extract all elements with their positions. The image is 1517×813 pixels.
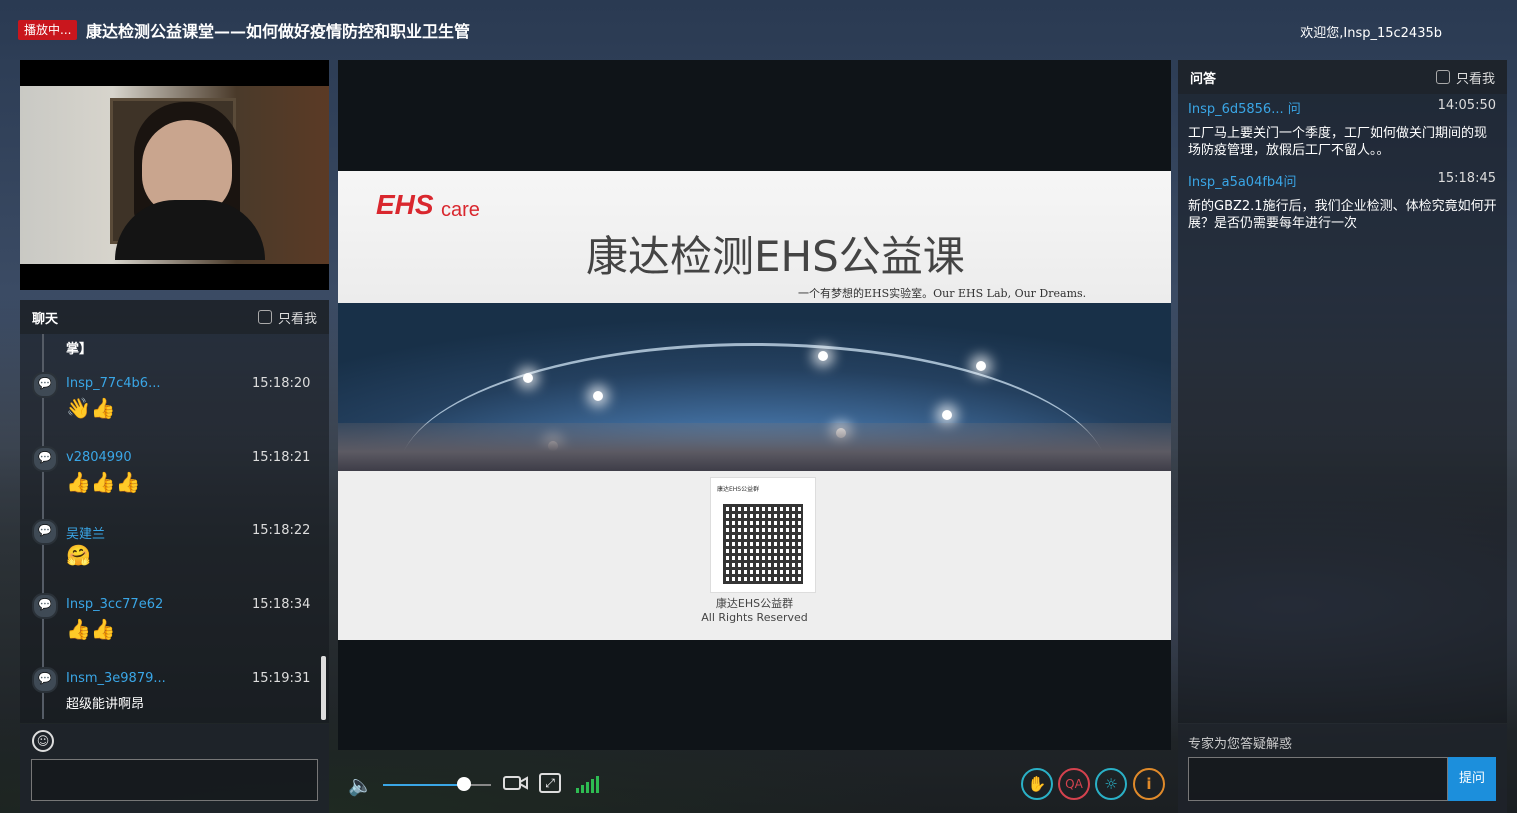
qa-question: 工厂马上要关门一个季度，工厂如何做关门期间的现场防疫管理，放假后工厂不留人。。 bbox=[1188, 126, 1488, 158]
qa-item: Insp_6d5856... 问 14:05:50 工厂马上要关门一个季度，工厂… bbox=[1188, 98, 1498, 159]
chat-timestamp: 15:18:20 bbox=[252, 376, 311, 391]
volume-level bbox=[383, 784, 464, 786]
welcome-user: 欢迎您,Insp_15c2435b bbox=[1300, 26, 1442, 41]
checkbox-icon[interactable] bbox=[1435, 70, 1450, 84]
chat-message-list[interactable]: 掌】 💬 Insp_77c4b6... 15:18:20 👋👍 💬 v28049… bbox=[20, 334, 320, 719]
volume-knob[interactable] bbox=[457, 777, 471, 791]
top-bar: 播放中... 康达检测公益课堂——如何做好疫情防控和职业卫生管 欢迎您,Insp… bbox=[0, 0, 1517, 58]
chat-timestamp: 15:18:21 bbox=[252, 450, 311, 465]
speaker-icon[interactable]: 🔈 bbox=[348, 773, 373, 797]
chat-content: 👋👍 bbox=[66, 396, 116, 420]
qa-only-me-label: 只看我 bbox=[1455, 71, 1495, 87]
chat-username[interactable]: 吴建兰 bbox=[66, 523, 105, 542]
presentation-slide: EHS care 康达检测EHS公益课 一个有梦想的EHS实验室。Our EHS… bbox=[338, 171, 1171, 640]
chat-username[interactable]: Insm_3e9879... bbox=[66, 671, 166, 686]
chat-timestamp: 15:19:31 bbox=[252, 671, 311, 686]
signal-icon bbox=[576, 775, 599, 793]
qa-panel: 问答 只看我 Insp_6d5856... 问 14:05:50 工厂马上要关门… bbox=[1178, 60, 1507, 723]
info-icon[interactable]: i bbox=[1133, 768, 1165, 800]
camera-icon[interactable] bbox=[503, 773, 529, 793]
network-node bbox=[523, 373, 533, 383]
chat-bubble-icon: 💬 bbox=[32, 667, 58, 693]
settings-icon[interactable]: ☼ bbox=[1095, 768, 1127, 800]
network-node bbox=[593, 391, 603, 401]
chat-content: 👍👍 bbox=[66, 617, 116, 641]
chat-header: 聊天 只看我 bbox=[20, 300, 329, 334]
slide-subtitle: 一个有梦想的EHS实验室。Our EHS Lab, Our Dreams. bbox=[798, 287, 1087, 300]
chat-content: 超级能讲啊昂 bbox=[66, 697, 145, 712]
chat-title: 聊天 bbox=[32, 311, 59, 327]
rights-text: All Rights Reserved bbox=[701, 611, 808, 624]
ehs-logo-care: care bbox=[441, 199, 480, 221]
raise-hand-icon[interactable]: ✋ bbox=[1021, 768, 1053, 800]
qa-question: 新的GBZ2.1施行后，我们企业检测、体检究竟如何开展？是否仍需要每年进行一次 bbox=[1188, 199, 1497, 231]
network-node bbox=[942, 410, 952, 420]
qa-only-me-toggle[interactable]: 只看我 bbox=[1435, 68, 1495, 87]
fit-screen-icon[interactable]: ⤢ bbox=[539, 773, 561, 793]
qr-caption: 康达EHS公益群 bbox=[715, 597, 794, 610]
chat-bubble-icon: 💬 bbox=[32, 593, 58, 619]
qa-item: Insp_a5a04fb4问 15:18:45 新的GBZ2.1施行后，我们企业… bbox=[1188, 171, 1498, 232]
chat-content: 🤗 bbox=[66, 543, 91, 567]
qa-hint: 专家为您答疑解惑 bbox=[1188, 737, 1293, 752]
chat-scrollbar[interactable] bbox=[321, 656, 326, 720]
chat-bubble-icon: 💬 bbox=[32, 446, 58, 472]
chat-timestamp: 15:18:22 bbox=[252, 523, 311, 538]
presentation-stage: EHS care 康达检测EHS公益课 一个有梦想的EHS实验室。Our EHS… bbox=[338, 60, 1171, 750]
ask-button[interactable]: 提问 bbox=[1448, 757, 1496, 801]
earth-banner-image bbox=[338, 303, 1171, 471]
chat-message: 💬 吴建兰 15:18:22 🤗 bbox=[20, 519, 320, 589]
chat-username[interactable]: Insp_3cc77e62 bbox=[66, 597, 163, 612]
chat-timestamp: 15:18:34 bbox=[252, 597, 311, 612]
player-controls: 🔈 ⤢ ✋ QA ☼ i bbox=[338, 760, 1171, 810]
qr-code-card: 康达EHS公益群 bbox=[710, 477, 816, 593]
chat-bubble-icon: 💬 bbox=[32, 372, 58, 398]
qa-input[interactable] bbox=[1188, 757, 1448, 801]
cityscape bbox=[338, 423, 1171, 471]
smiley-icon[interactable]: ☺ bbox=[32, 730, 54, 752]
qr-code-icon bbox=[723, 504, 803, 584]
chat-only-me-toggle[interactable]: 只看我 bbox=[257, 308, 317, 327]
chat-message: 💬 Insp_77c4b6... 15:18:20 👋👍 bbox=[20, 372, 320, 442]
qa-input-area: 专家为您答疑解惑 提问 bbox=[1178, 724, 1507, 813]
qr-card-header: 康达EHS公益群 bbox=[717, 486, 760, 493]
chat-bubble-icon: 💬 bbox=[32, 519, 58, 545]
slide-title: 康达检测EHS公益课 bbox=[586, 232, 965, 281]
checkbox-icon[interactable] bbox=[257, 310, 272, 324]
presenter-camera-view[interactable] bbox=[20, 60, 329, 290]
chat-input[interactable] bbox=[31, 759, 318, 801]
qa-timestamp: 14:05:50 bbox=[1437, 98, 1496, 113]
chat-message: 💬 Insp_3cc77e62 15:18:34 👍👍 bbox=[20, 593, 320, 663]
chat-panel: 聊天 只看我 掌】 💬 Insp_77c4b6... 15:18:20 👋👍 💬… bbox=[20, 300, 329, 723]
chat-message: 💬 Insm_3e9879... 15:19:31 超级能讲啊昂 bbox=[20, 667, 320, 719]
network-node bbox=[976, 361, 986, 371]
chat-username[interactable]: Insp_77c4b6... bbox=[66, 376, 160, 391]
chat-input-area: ☺ bbox=[20, 724, 329, 813]
network-node bbox=[818, 351, 828, 361]
chat-content: 👍👍👍 bbox=[66, 470, 141, 494]
chat-only-me-label: 只看我 bbox=[277, 311, 317, 327]
chat-username[interactable]: v2804990 bbox=[66, 450, 132, 465]
ehs-logo: EHS bbox=[376, 189, 434, 220]
live-status-badge: 播放中... bbox=[18, 20, 78, 40]
qa-timestamp: 15:18:45 bbox=[1437, 171, 1496, 186]
chat-message: 💬 v2804990 15:18:21 👍👍👍 bbox=[20, 446, 320, 516]
page-title: 康达检测公益课堂——如何做好疫情防控和职业卫生管 bbox=[86, 22, 471, 41]
qa-icon[interactable]: QA bbox=[1058, 768, 1090, 800]
qa-header: 问答 只看我 bbox=[1178, 60, 1507, 94]
qa-title: 问答 bbox=[1190, 71, 1217, 87]
chat-message-fragment: 掌】 bbox=[66, 342, 93, 357]
